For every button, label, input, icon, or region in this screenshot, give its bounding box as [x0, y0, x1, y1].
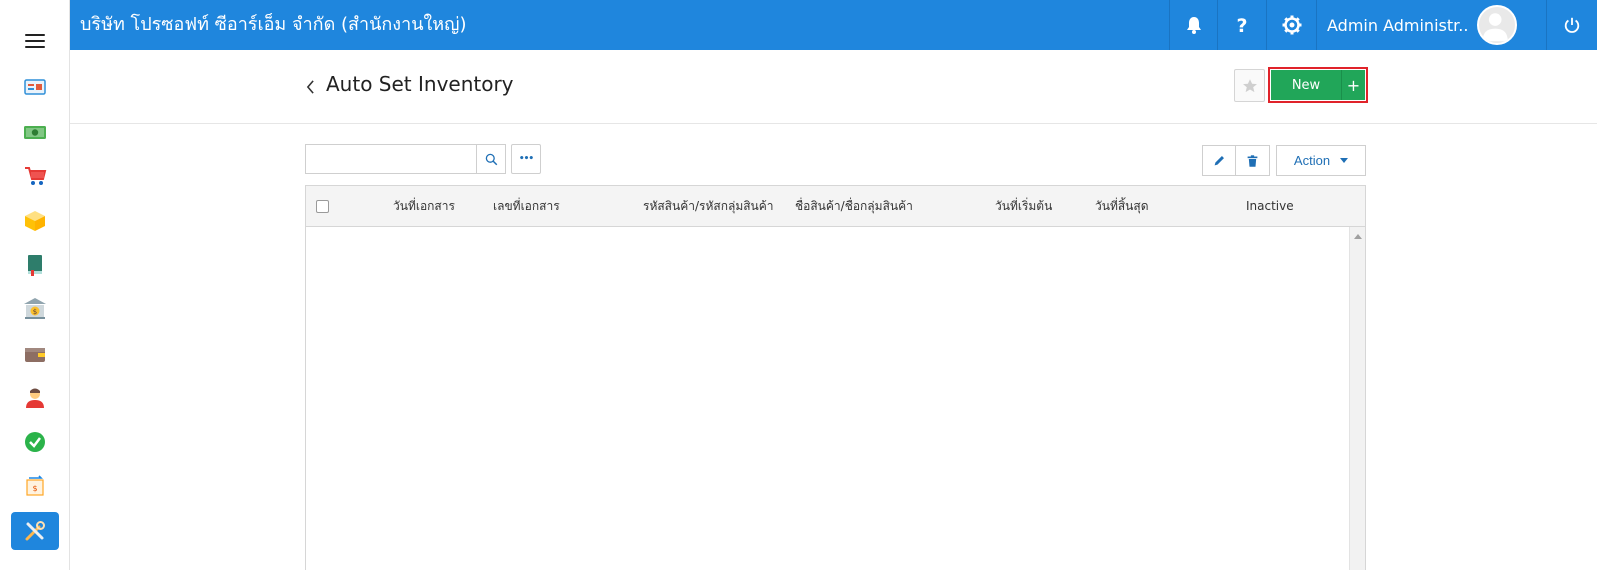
sidebar-item-book[interactable]: [11, 246, 59, 284]
trash-icon: [1247, 154, 1258, 167]
power-icon: [1564, 17, 1580, 33]
column-header-product-name[interactable]: ชื่อสินค้า/ชื่อกลุ่มสินค้า: [795, 186, 913, 227]
scroll-up-icon[interactable]: [1354, 234, 1362, 239]
star-icon: [1242, 78, 1257, 92]
settings-icon: [1282, 15, 1301, 35]
column-header-doc-number[interactable]: เลขที่เอกสาร: [493, 186, 560, 227]
notification-button[interactable]: [1169, 0, 1217, 50]
column-header-start-date[interactable]: วันที่เริ่มต้น: [995, 186, 1052, 227]
data-grid: วันที่เอกสาร เลขที่เอกสาร รหัสสินค้า/รหั…: [305, 185, 1366, 570]
search-button[interactable]: [476, 144, 506, 174]
company-name: บริษัท โปรซอฟท์ ซีอาร์เอ็ม จำกัด (สำนักง…: [80, 14, 467, 35]
svg-text:$: $: [32, 484, 37, 493]
search-icon: [485, 153, 497, 165]
action-label: Action: [1293, 153, 1331, 168]
back-button[interactable]: [302, 77, 318, 97]
cart-icon: [25, 167, 47, 185]
help-icon: ?: [1236, 15, 1247, 35]
settings-button[interactable]: [1266, 0, 1316, 50]
sidebar-item-wallet[interactable]: [11, 335, 59, 373]
page-header: Auto Set Inventory New +: [70, 50, 1597, 124]
sidebar-item-user[interactable]: [11, 379, 59, 417]
favorite-button[interactable]: [1234, 69, 1265, 102]
svg-text:$: $: [33, 308, 37, 316]
sidebar-item-dashboard[interactable]: [11, 68, 59, 106]
chevron-left-icon: [306, 80, 314, 94]
pencil-icon: [1214, 156, 1224, 166]
hamburger-menu-icon[interactable]: [25, 34, 45, 48]
user-name: Admin Administr...: [1327, 15, 1467, 35]
sidebar-item-money[interactable]: [11, 113, 59, 151]
avatar: [1477, 5, 1517, 45]
money-icon: [24, 126, 46, 139]
wallet-icon: [25, 348, 45, 362]
svg-text:?: ?: [1236, 15, 1247, 35]
transfer-icon: $: [26, 475, 44, 496]
column-header-end-date[interactable]: วันที่สิ้นสุด: [1095, 186, 1149, 227]
book-icon: [28, 255, 42, 276]
column-header-product-code[interactable]: รหัสสินค้า/รหัสกลุ่มสินค้า: [643, 186, 774, 227]
grid-scrollbar[interactable]: [1349, 227, 1365, 570]
caret-down-icon: [1340, 158, 1349, 163]
bank-icon: $: [24, 298, 46, 319]
new-button-group: New +: [1268, 67, 1368, 103]
edit-button[interactable]: [1202, 145, 1236, 176]
column-header-doc-date[interactable]: วันที่เอกสาร: [393, 186, 455, 227]
dashboard-icon: [24, 79, 46, 95]
search-input[interactable]: [305, 144, 476, 174]
sidebar-item-inventory[interactable]: [11, 202, 59, 240]
box-icon: [25, 211, 45, 231]
sidebar: $ $: [0, 0, 70, 570]
sidebar-item-approve[interactable]: [11, 423, 59, 461]
avatar-icon: [1482, 13, 1508, 42]
action-dropdown[interactable]: Action: [1276, 145, 1366, 176]
page-title: Auto Set Inventory: [326, 72, 514, 96]
help-button[interactable]: ?: [1217, 0, 1265, 50]
new-button[interactable]: New: [1271, 70, 1341, 100]
sidebar-item-transfer[interactable]: $: [11, 467, 59, 505]
delete-button[interactable]: [1235, 145, 1270, 176]
grid-header: วันที่เอกสาร เลขที่เอกสาร รหัสสินค้า/รหั…: [306, 186, 1365, 227]
select-all-checkbox[interactable]: [316, 200, 329, 213]
sidebar-item-cart[interactable]: [11, 157, 59, 195]
bell-icon: [1186, 17, 1201, 34]
more-options-button[interactable]: •••: [511, 144, 541, 174]
tools-icon: [25, 521, 45, 541]
user-icon: [26, 388, 44, 408]
sidebar-item-tools[interactable]: [11, 512, 59, 550]
more-icon: •••: [518, 154, 534, 164]
approve-icon: [25, 432, 45, 452]
sidebar-item-bank[interactable]: $: [11, 290, 59, 328]
column-header-inactive[interactable]: Inactive: [1246, 186, 1294, 227]
user-menu[interactable]: Admin Administr...: [1316, 0, 1546, 50]
logout-button[interactable]: [1546, 0, 1597, 50]
top-header: บริษัท โปรซอฟท์ ซีอาร์เอ็ม จำกัด (สำนักง…: [70, 0, 1597, 50]
new-dropdown-button[interactable]: +: [1341, 70, 1365, 100]
